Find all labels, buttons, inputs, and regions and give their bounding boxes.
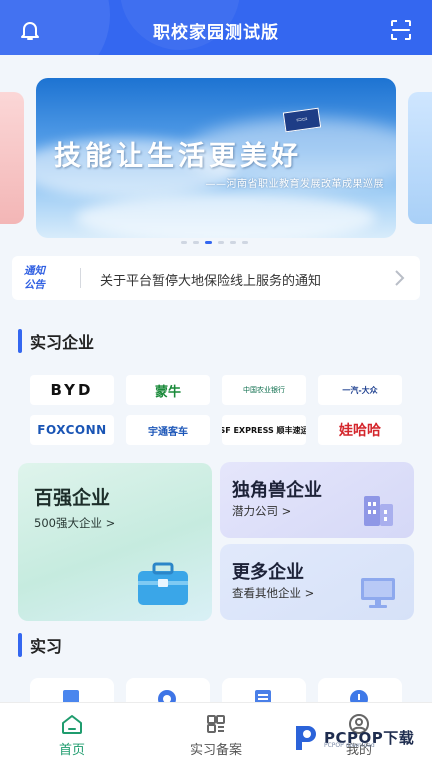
section-bar [18, 329, 22, 353]
carousel-dot[interactable] [193, 241, 199, 244]
carousel-indicator [181, 241, 248, 244]
carousel-dot[interactable] [218, 241, 224, 244]
company-logo-grid: BYD 蒙牛 中国农业银行 一汽-大众 FOXCONN 宇通客车 SF EXPR… [30, 375, 402, 445]
carousel-dot[interactable] [181, 241, 187, 244]
logo-text: FOXCONN [37, 423, 107, 437]
briefcase-icon [138, 562, 188, 605]
logo-text: 一汽-大众 [342, 385, 378, 395]
chevron-right-icon [395, 270, 405, 286]
section-title-text: 实习企业 [30, 333, 95, 352]
card-subtitle: 500强大企业 > [34, 516, 116, 530]
building-icon [364, 496, 393, 526]
company-logo-yutong[interactable]: 宇通客车 [126, 415, 210, 445]
company-logo-mengniu[interactable]: 蒙牛 [126, 375, 210, 405]
company-logo-foxconn[interactable]: FOXCONN [30, 415, 114, 445]
cloud-decoration [76, 193, 376, 238]
site-watermark: PCPOP下载 PCPOP download [292, 722, 414, 752]
logo-text: BYD [50, 381, 94, 399]
company-logo-faw-vw[interactable]: 一汽-大众 [318, 375, 402, 405]
scan-icon[interactable] [390, 19, 412, 41]
home-icon [62, 715, 82, 734]
tab-internship-record[interactable]: 实习备案 [171, 713, 261, 758]
grid-record-icon [207, 715, 225, 733]
carousel-dot[interactable] [242, 241, 248, 244]
banner-next-slide[interactable] [408, 92, 432, 224]
notice-bar[interactable]: 通知 公告 关于平台暂停大地保险线上服务的通知 [12, 256, 420, 300]
logo-text: SF EXPRESS 顺丰速运 [222, 425, 306, 435]
logo-text: 蒙牛 [154, 384, 181, 400]
watermark-tagline: PCPOP download [324, 742, 375, 749]
section-bar [18, 633, 22, 657]
card-title: 更多企业 [232, 562, 304, 583]
notice-text: 关于平台暂停大地保险线上服务的通知 [100, 274, 322, 289]
banner-slide[interactable]: ▭▭ 技能让生活更美好 ——河南省职业教育发展改革成果巡展 [36, 78, 396, 238]
section-title-internship: 实习 [18, 632, 62, 658]
carousel-dot[interactable] [230, 241, 236, 244]
tab-home[interactable]: 首页 [27, 713, 117, 758]
company-logo-abc[interactable]: 中国农业银行 [222, 375, 306, 405]
card-subtitle: 潜力公司 > [232, 504, 292, 518]
banner-slogan: 技能让生活更美好 [54, 141, 302, 172]
unicorn-companies-card[interactable]: 独角兽企业 潜力公司 > [220, 462, 414, 538]
notice-tag-line1: 通知 [24, 265, 45, 277]
carousel-dot-active[interactable] [205, 241, 212, 244]
notice-tag-line2: 公告 [24, 279, 45, 291]
tab-record-label: 实习备案 [189, 743, 242, 758]
logo-text: 中国农业银行 [243, 385, 285, 394]
company-logo-wahaha[interactable]: 娃哈哈 [318, 415, 402, 445]
notice-tag: 通知 公告 [24, 264, 54, 292]
card-title: 百强企业 [34, 487, 111, 509]
card-subtitle: 查看其他企业 > [232, 586, 315, 600]
company-logo-sf[interactable]: SF EXPRESS 顺丰速运 [222, 415, 306, 445]
banner-prev-slide[interactable] [0, 92, 24, 224]
company-logo-byd[interactable]: BYD [30, 375, 114, 405]
section-title-companies: 实习企业 [18, 328, 94, 354]
banner-subtitle: ——河南省职业教育发展改革成果巡展 [205, 179, 384, 190]
top100-companies-card[interactable]: 百强企业 500强大企业 > [18, 463, 212, 621]
card-title: 独角兽企业 [232, 480, 322, 501]
tab-home-label: 首页 [58, 743, 85, 758]
divider [80, 268, 81, 288]
app-title: 职校家园测试版 [153, 23, 279, 43]
more-companies-card[interactable]: 更多企业 查看其他企业 > [220, 544, 414, 620]
logo-text: 娃哈哈 [339, 423, 381, 439]
section-title-text: 实习 [30, 637, 63, 656]
pcpop-logo-icon [296, 726, 316, 750]
monitor-icon [361, 578, 395, 608]
logo-text: 宇通客车 [148, 426, 188, 438]
top-bar: 职校家园测试版 [0, 0, 432, 55]
